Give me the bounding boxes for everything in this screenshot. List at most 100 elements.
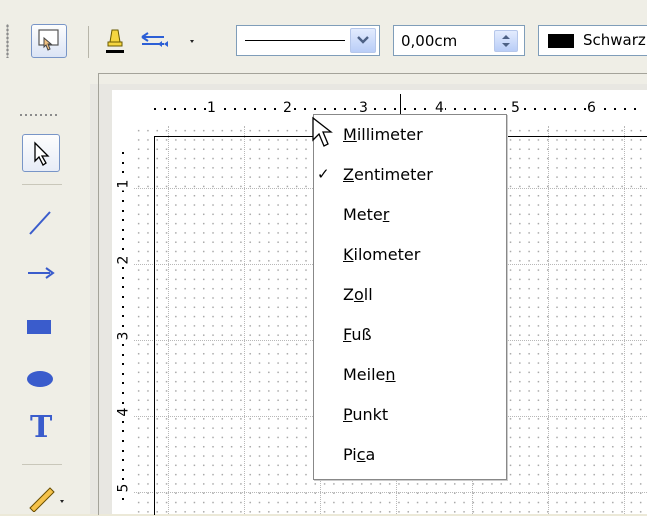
line-tool-button[interactable] [22,204,60,242]
line-width-spinner[interactable] [494,30,518,52]
line-width-value[interactable]: 0,00cm [401,32,457,50]
line-color-name: Schwarz [583,31,646,49]
ruler-tick-dot [122,353,124,356]
rectangle-tool-button[interactable] [22,308,60,346]
ruler-tick-dot [174,108,176,110]
ruler-tick-dot [604,108,606,110]
ruler-tick-label: 1 [206,100,217,116]
ruler-tick-dot [122,430,124,433]
ruler-tick-dot [504,108,506,110]
menu-item-meter[interactable]: Meter [314,195,506,235]
ruler-tick-dot [122,449,124,452]
arrow-style-button[interactable] [138,28,198,56]
line-width-field[interactable]: 0,00cm [393,25,525,56]
ruler-tick-label: 5 [510,100,521,116]
ruler-tick-label: 5 [115,481,132,495]
ruler-tick-dot [404,108,406,110]
svg-text:T: T [30,410,53,444]
text-t-icon: T [30,410,53,445]
menu-item-label: Pica [343,445,376,464]
chevron-down-icon [357,36,369,44]
ruler-tick-dot [424,108,426,110]
line-color-dropdown[interactable]: Schwarz [538,25,647,56]
ruler-tick-dot [244,108,246,110]
toolbar-separator [88,26,89,58]
ruler-tick-label: 4 [115,405,132,419]
menu-item-millimeter[interactable]: Millimeter [314,115,506,155]
ruler-tick-dot [122,382,124,385]
ruler-tick-dot [122,161,124,164]
curve-tool-button[interactable] [22,474,70,513]
menu-item-label: Kilometer [343,245,421,264]
ruler-tick-dot [122,459,124,462]
ruler-tick-dot [564,108,566,110]
ruler-tick-dot [334,108,336,110]
ruler-tick-dot [474,108,476,110]
line-style-dropdown[interactable] [236,25,380,56]
ruler-tick-dot [122,171,124,174]
text-tool-button[interactable]: T [22,406,60,445]
menu-item-punkt[interactable]: Punkt [314,395,506,435]
ruler-tick-dot [344,108,346,110]
line-style-icon-button[interactable] [104,26,126,58]
ruler-tick-dot [254,108,256,110]
toolbar-grip[interactable] [6,24,9,58]
ruler-tick-dot [122,276,124,279]
draw-functions-button[interactable] [31,24,67,58]
menu-item-zoll[interactable]: Zoll [314,275,506,315]
ruler-tick-dot [534,108,536,110]
drawing-toolbar: T [0,84,90,514]
ruler-tick-dot [374,108,376,110]
ruler-tick-dot [122,363,124,366]
menu-item-label: Punkt [343,405,389,424]
line-arrow-tool-button[interactable] [22,254,60,292]
dropdown-button[interactable] [350,28,376,53]
menu-item-pica[interactable]: Pica [314,435,506,475]
ruler-tick-dot [194,108,196,110]
toolbar-separator [22,184,62,185]
ruler-tick-dot [122,200,124,202]
check-icon: ✓ [317,165,330,183]
vertical-ruler[interactable]: 1 2 3 4 5 [112,126,134,514]
ruler-tick-dot [122,420,124,423]
ellipse-icon [27,371,53,387]
toolbar-separator [22,464,62,465]
mouse-pointer-icon [312,116,333,147]
ruler-tick-dot [122,238,124,241]
ruler-tick-dot [122,209,124,212]
line-color-swatch [548,34,574,48]
ruler-tick-dot [614,108,616,110]
arrow-style-icon [141,32,194,47]
ruler-tick-dot [122,296,124,298]
line-style-preview [245,40,345,41]
ruler-tick-label: 1 [115,177,132,191]
line-icon [29,211,51,235]
ruler-tick-dot [122,286,124,289]
ruler-tick-dot [394,108,396,110]
ruler-tick-dot [384,108,386,110]
ruler-tick-dot [122,305,124,308]
ruler-tick-dot [354,108,356,110]
ruler-tick-dot [314,108,316,110]
ruler-tick-dot [122,152,124,154]
menu-item-kilometer[interactable]: Kilometer [314,235,506,275]
ruler-tick-dot [154,108,156,110]
ruler-tick-dot [122,392,124,394]
menu-item-zentimeter[interactable]: ✓ Zentimeter [314,155,506,195]
ruler-tick-dot [234,108,236,110]
pencil-icon [29,487,64,513]
ruler-tick-dot [164,108,166,110]
arrow-right-icon [28,267,55,279]
menu-item-fuss[interactable]: Fuß [314,315,506,355]
hand-document-icon [38,29,59,51]
toolbar-grip[interactable] [20,113,60,117]
ruler-tick-dot [184,108,186,110]
ruler-tick-dot [122,324,124,327]
menu-item-meilen[interactable]: Meilen [314,355,506,395]
ruler-tick-dot [122,401,124,404]
select-tool-button[interactable] [22,134,60,172]
ruler-tick-dot [122,228,124,231]
pointer-arrow-icon [34,141,50,166]
ruler-tick-dot [224,108,226,110]
ellipse-tool-button[interactable] [22,360,60,398]
